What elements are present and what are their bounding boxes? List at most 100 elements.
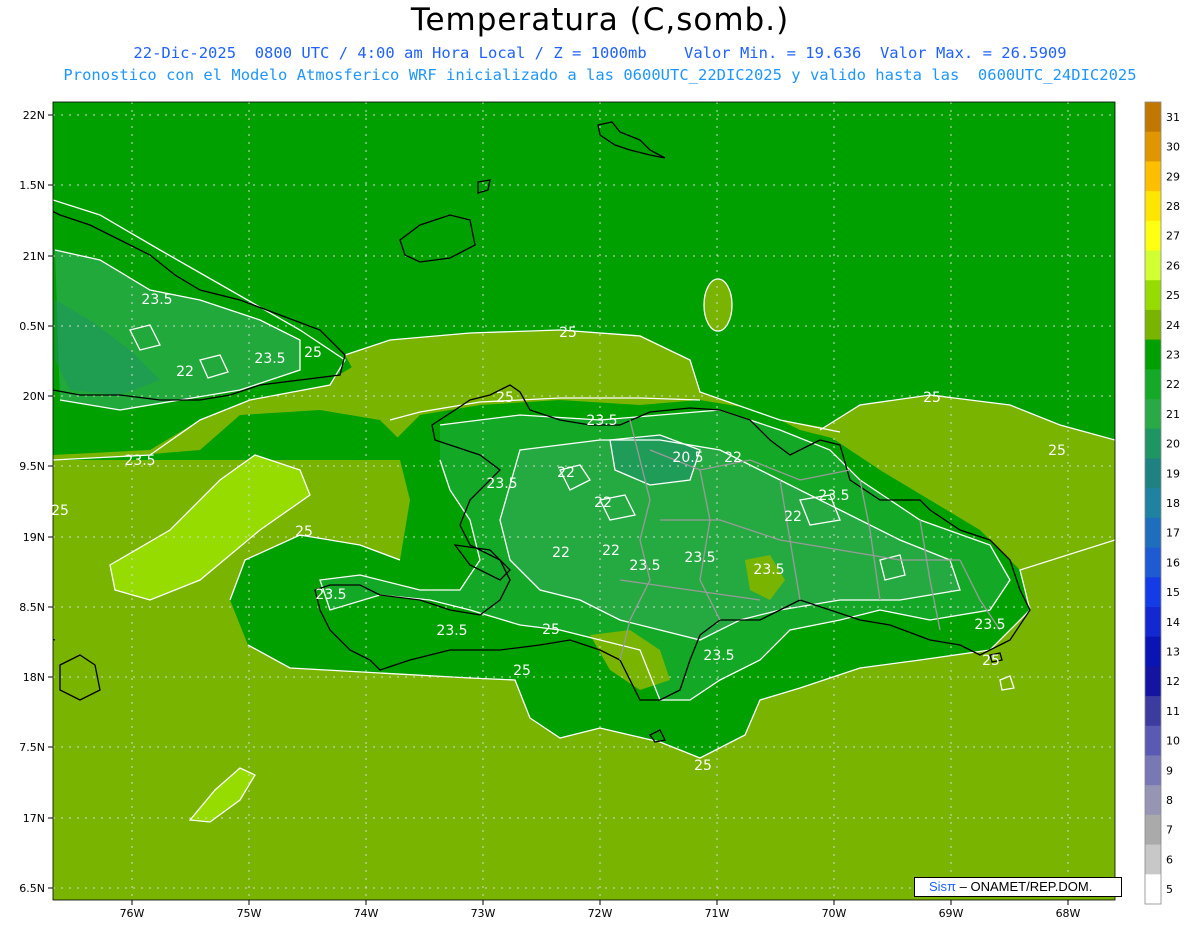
lon-label: 70W <box>822 907 847 920</box>
contour-label: 25 <box>694 758 712 774</box>
colorbar-swatch <box>1145 309 1161 341</box>
temperature-map: 22N 1.5N 21N 0.5N 20N 9.5N 19N 8.5N 18N … <box>19 101 1180 920</box>
colorbar-label: 28 <box>1166 200 1180 213</box>
contour-label: 23.5 <box>586 413 617 429</box>
contour-label: 25 <box>559 325 577 341</box>
colorbar-label: 29 <box>1166 170 1180 183</box>
colorbar-swatch <box>1145 102 1161 133</box>
lon-labels: 76W 75W 74W 73W 72W 71W 70W 69W 68W <box>120 907 1081 920</box>
contour-label: 23.5 <box>254 351 285 367</box>
contour-label: 23.5 <box>315 587 346 603</box>
contour-label: 22 <box>594 495 612 511</box>
colorbar-swatch <box>1145 577 1161 608</box>
colorbar-label: 18 <box>1166 497 1180 510</box>
colorbar-label: 21 <box>1166 408 1180 421</box>
colorbar-label: 27 <box>1166 230 1180 243</box>
colorbar-label: 25 <box>1166 289 1180 302</box>
contour-label: 22 <box>557 465 575 481</box>
lat-label: 7.5N <box>19 741 45 754</box>
colorbar-swatch <box>1145 636 1161 667</box>
cuba-west-cape <box>53 638 56 641</box>
colorbar-swatch <box>1145 191 1161 222</box>
colorbar-label: 20 <box>1166 438 1180 451</box>
colorbar-swatch <box>1145 606 1161 638</box>
colorbar-swatch <box>1145 250 1161 281</box>
colorbar-swatch <box>1145 517 1161 549</box>
contour-label: 23.5 <box>141 292 172 308</box>
contour-label: 23.5 <box>974 617 1005 633</box>
colorbar-swatch <box>1145 725 1161 756</box>
lon-label: 69W <box>939 907 964 920</box>
colorbar-label: 30 <box>1166 141 1180 154</box>
colorbar-label: 12 <box>1166 675 1180 688</box>
contour-label: 23.5 <box>124 453 155 469</box>
lat-label: 21N <box>23 250 45 263</box>
contour-label: 22 <box>724 450 742 466</box>
colorbar-label: 7 <box>1166 824 1173 837</box>
lat-label: 0.5N <box>19 320 45 333</box>
colorbar-label: 19 <box>1166 467 1180 480</box>
colorbar-label: 10 <box>1166 735 1180 748</box>
contour-label: 23.5 <box>629 558 660 574</box>
lat-labels: 22N 1.5N 21N 0.5N 20N 9.5N 19N 8.5N 18N … <box>19 109 45 895</box>
lon-label: 71W <box>705 907 730 920</box>
colorbar-swatch <box>1145 755 1161 786</box>
lat-label: 19N <box>23 531 45 544</box>
colorbar-label: 22 <box>1166 378 1180 391</box>
colorbar-label: 26 <box>1166 259 1180 272</box>
colorbar: 31 30 29 28 27 26 25 24 23 22 21 20 19 18 17 16 15 14 13 12… <box>1144 101 1180 905</box>
colorbar-swatch <box>1145 488 1161 519</box>
contour-label: 23.5 <box>703 648 734 664</box>
lat-label: 17N <box>23 812 45 825</box>
contour-label: 25 <box>1048 443 1066 459</box>
colorbar-label: 5 <box>1166 883 1173 896</box>
contour-label: 25 <box>295 524 313 540</box>
colorbar-label: 17 <box>1166 527 1180 540</box>
contour-label: 22 <box>552 545 570 561</box>
colorbar-swatch <box>1145 161 1161 192</box>
colorbar-swatch <box>1145 399 1161 430</box>
colorbar-swatch <box>1145 696 1161 727</box>
colorbar-swatch <box>1145 458 1161 489</box>
contour-label: 22 <box>784 509 802 525</box>
colorbar-label: 9 <box>1166 764 1173 777</box>
credit-text: – ONAMET/REP.DOM. <box>959 879 1093 894</box>
lat-label: 8.5N <box>19 601 45 614</box>
colorbar-swatch <box>1145 369 1161 400</box>
contour-label: 25 <box>513 663 531 679</box>
lon-label: 75W <box>237 907 262 920</box>
lon-label: 76W <box>120 907 145 920</box>
lat-label: 6.5N <box>19 882 45 895</box>
colorbar-label: 15 <box>1166 586 1180 599</box>
colorbar-swatch <box>1145 874 1161 905</box>
colorbar-swatch <box>1145 220 1161 252</box>
colorbar-label: 24 <box>1166 319 1180 332</box>
lon-label: 72W <box>588 907 613 920</box>
contour-label: 22 <box>602 543 620 559</box>
colorbar-swatch <box>1145 844 1161 875</box>
colorbar-label: 31 <box>1166 111 1180 124</box>
colorbar-label: 14 <box>1166 616 1180 629</box>
colorbar-swatch <box>1145 428 1161 459</box>
lon-label: 68W <box>1056 907 1081 920</box>
contour-label: 23.5 <box>818 488 849 504</box>
temperature-field <box>53 102 1115 900</box>
contour-label: 25 <box>304 345 322 361</box>
lat-label: 22N <box>23 109 45 122</box>
lat-label: 9.5N <box>19 460 45 473</box>
credit-box: Sisπ – ONAMET/REP.DOM. <box>914 877 1122 897</box>
contour-label: 25 <box>542 622 560 638</box>
contour-label: 23.5 <box>684 550 715 566</box>
colorbar-swatch <box>1145 547 1161 578</box>
colorbar-swatch <box>1145 666 1161 697</box>
colorbar-label: 16 <box>1166 556 1180 569</box>
contour-label: 25 <box>496 390 514 406</box>
contour-label: 23.5 <box>486 476 517 492</box>
contour-label: 22 <box>176 364 194 380</box>
lat-label: 20N <box>23 390 45 403</box>
colorbar-swatch <box>1145 339 1161 370</box>
lon-label: 74W <box>354 907 379 920</box>
contour-label: 20.5 <box>672 450 703 466</box>
colorbar-label: 13 <box>1166 646 1180 659</box>
contour-label: 25 <box>923 390 941 406</box>
